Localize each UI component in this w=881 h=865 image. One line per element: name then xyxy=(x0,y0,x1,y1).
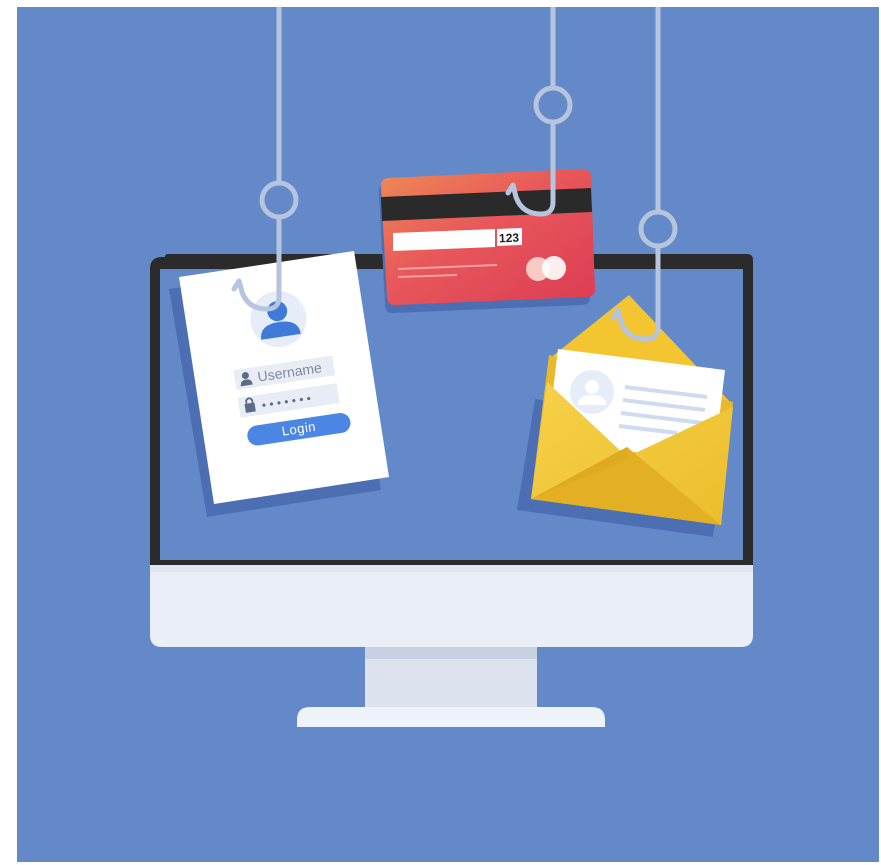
credit-card: 123 xyxy=(378,162,595,313)
hook-ring-left xyxy=(259,180,299,220)
illustration-svg: Username • • • • • • • Login 123 xyxy=(150,7,753,727)
security-code: 123 xyxy=(499,231,520,246)
mastercard-logo xyxy=(526,256,566,281)
hook-ring-middle xyxy=(533,85,573,125)
monitor-chin xyxy=(150,565,753,647)
login-form-card: Username • • • • • • • Login xyxy=(169,251,389,517)
phishing-illustration: Username • • • • • • • Login 123 xyxy=(17,7,879,862)
monitor-stand-base xyxy=(297,707,605,727)
hook-ring-right xyxy=(638,209,678,249)
